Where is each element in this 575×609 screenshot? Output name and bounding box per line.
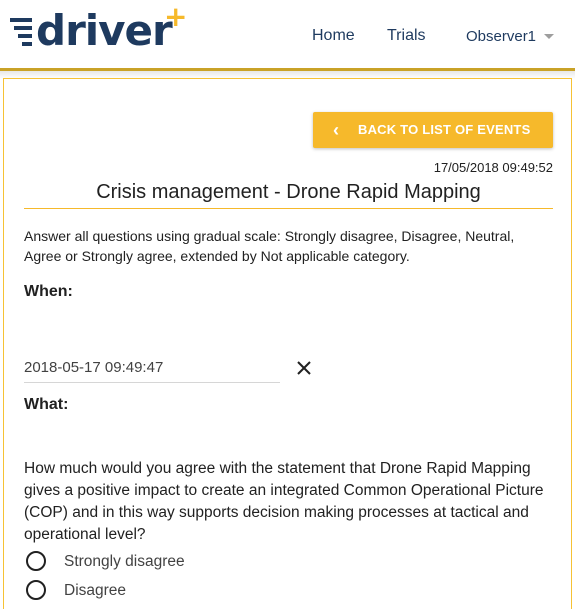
user-menu[interactable]: Observer1: [466, 27, 536, 47]
chevron-left-icon: ‹: [333, 120, 339, 140]
when-datetime-input[interactable]: 2018-05-17 09:49:47: [24, 359, 280, 383]
back-to-events-button[interactable]: ‹ BACK TO LIST OF EVENTS: [313, 112, 553, 148]
back-button-label: BACK TO LIST OF EVENTS: [358, 122, 531, 137]
what-label: What:: [24, 396, 69, 413]
app-header: driver + Home Trials Observer1: [0, 0, 575, 68]
caret-down-icon[interactable]: [544, 34, 554, 39]
driver-logo[interactable]: driver +: [10, 2, 187, 55]
question-text: How much would you agree with the statem…: [24, 460, 544, 543]
option-label: Strongly disagree: [64, 553, 185, 570]
close-icon[interactable]: [294, 358, 314, 378]
title-divider: [24, 208, 553, 209]
logo-plus-mark: +: [164, 0, 188, 33]
event-timestamp: 17/05/2018 09:49:52: [433, 160, 553, 175]
nav-trials-link[interactable]: Trials: [387, 26, 426, 46]
nav-home-link[interactable]: Home: [312, 26, 355, 46]
option-label: Disagree: [64, 582, 127, 599]
logo-wordmark: driver: [36, 6, 173, 55]
page-title: Crisis management - Drone Rapid Mapping: [96, 181, 481, 203]
when-label: When:: [24, 283, 73, 300]
instructions-text: Answer all questions using gradual scale…: [24, 228, 515, 264]
radio-button-icon[interactable]: [26, 580, 46, 600]
radio-button-icon[interactable]: [26, 551, 46, 571]
